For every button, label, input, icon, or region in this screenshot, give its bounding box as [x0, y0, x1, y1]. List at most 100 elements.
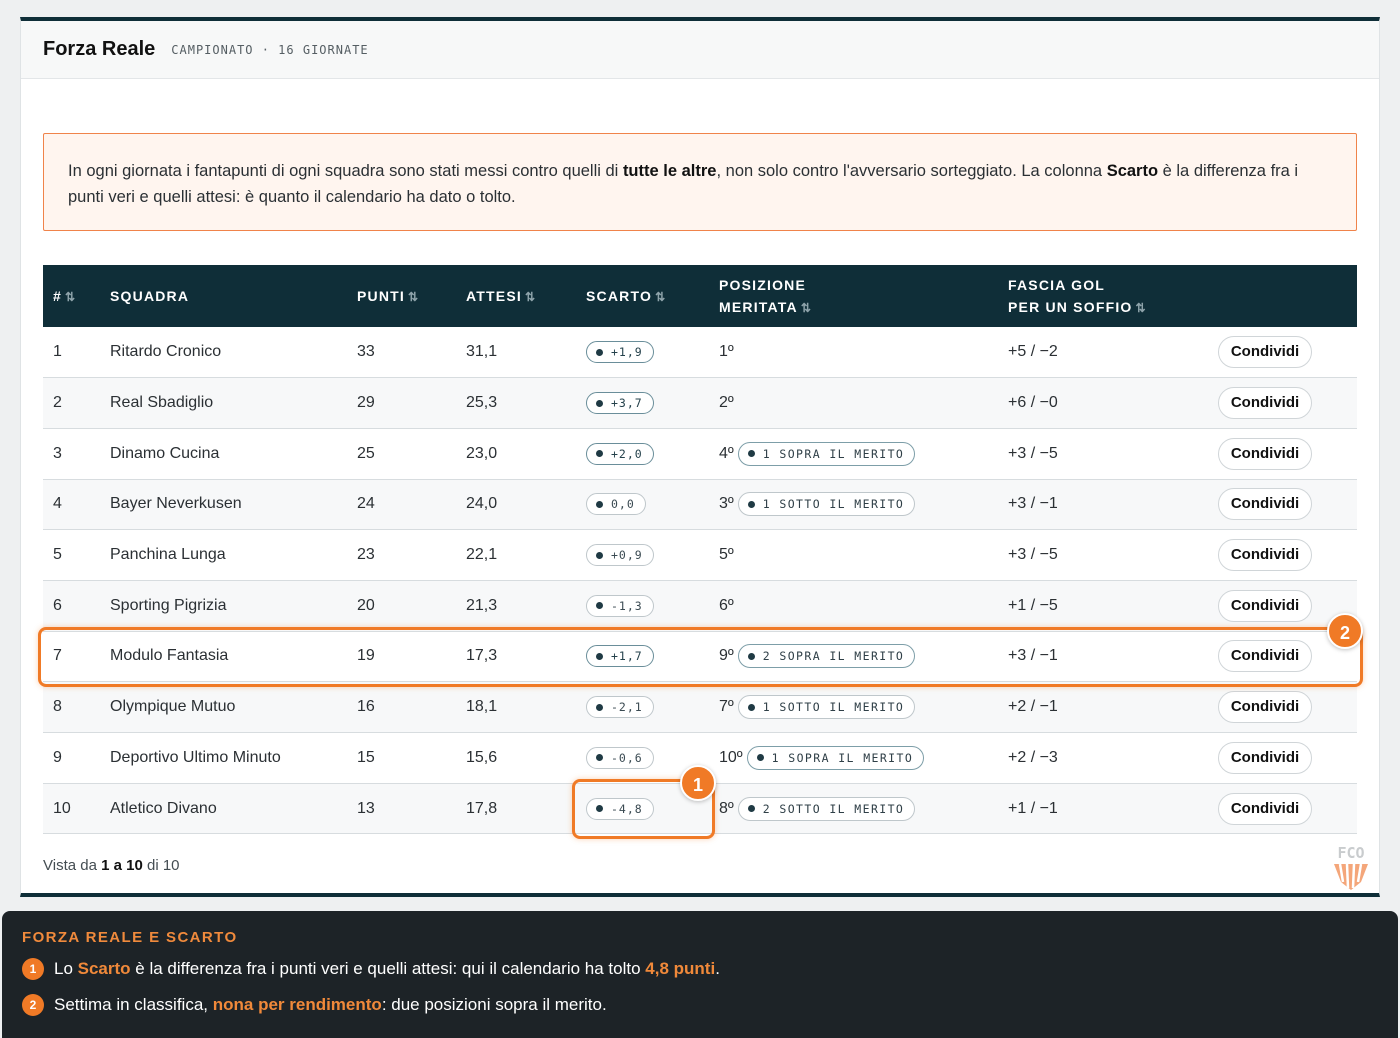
cell-points: 13 — [357, 799, 375, 817]
col-points[interactable]: PUNTI ⇅ — [357, 265, 466, 327]
cell-band: +2 / −1 — [1008, 698, 1058, 716]
share-button[interactable]: Condividi — [1218, 539, 1312, 572]
cell-diff: +2,0 — [586, 428, 719, 479]
table-row: 1 Ritardo Cronico 33 31,1 +1,9 1º +5 / −2 Condi… — [43, 327, 1357, 378]
cell-rank: 2 — [53, 394, 62, 412]
cell-diff: +1,9 — [586, 327, 719, 378]
cell-expected: 21,3 — [466, 596, 498, 614]
cell-rank: 10 — [53, 799, 71, 817]
highlight-row-box — [38, 627, 1363, 687]
note-bold: tutte le altre — [622, 162, 717, 180]
col-rank[interactable]: # ⇅ — [43, 265, 110, 327]
table-row: 3 Dinamo Cucina 25 23,0 +2,0 4º 1 SOPRA IL MER… — [43, 428, 1357, 480]
cell-expected: 18,1 — [466, 698, 498, 716]
cell-points: 24 — [357, 495, 375, 513]
dot-icon — [596, 703, 603, 711]
cell-rank: 9 — [53, 748, 62, 766]
dot-icon — [596, 399, 603, 407]
cell-points: 25 — [357, 444, 375, 462]
dot-icon — [596, 551, 603, 559]
cell-band: +3 / −5 — [1008, 546, 1058, 564]
page-subtitle: CAMPIONATO · 16 GIORNATE — [171, 42, 369, 57]
merit-badge: 2 SOTTO IL MERITO — [737, 796, 916, 821]
share-button[interactable]: Condividi — [1218, 387, 1312, 420]
dot-icon — [596, 450, 603, 458]
diff-pill: +2,0 — [586, 442, 654, 465]
dot-icon — [747, 805, 755, 813]
cell-position: 6º — [719, 580, 1008, 631]
cell-expected: 24,0 — [466, 495, 498, 513]
cell-points: 29 — [357, 394, 375, 412]
col-actions — [1218, 265, 1357, 327]
dot-icon — [596, 500, 603, 508]
cell-rank: 8 — [53, 698, 62, 716]
cell-team: Bayer Neverkusen — [110, 495, 242, 513]
cell-actions: Condividi — [1218, 327, 1357, 378]
cell-diff: +0,9 — [586, 530, 719, 581]
sort-icon[interactable]: ⇅ — [408, 290, 419, 304]
cell-position: 8º 2 SOTTO IL MERITO — [719, 783, 1008, 834]
cell-team: Real Sbadiglio — [110, 394, 214, 412]
share-button[interactable]: Condividi — [1218, 589, 1312, 622]
share-button[interactable]: Condividi — [1218, 437, 1312, 470]
sort-icon[interactable]: ⇅ — [655, 290, 666, 304]
cell-rank: 4 — [53, 495, 62, 513]
cell-points: 16 — [357, 698, 375, 716]
cell-expected: 15,6 — [466, 748, 498, 766]
note-text: , non solo contro l'avversario sorteggia… — [716, 162, 1107, 180]
cell-expected: 25,3 — [466, 394, 498, 412]
cell-rank: 1 — [53, 343, 62, 361]
col-expected[interactable]: ATTESI ⇅ — [466, 265, 586, 327]
sort-icon[interactable]: ⇅ — [1136, 301, 1147, 315]
cell-team: Olympique Mutuo — [110, 698, 236, 716]
cell-expected: 23,0 — [466, 444, 498, 462]
cell-diff: 0,0 — [586, 479, 719, 530]
table-header-row: # ⇅ SQUADRA PUNTI ⇅ ATTESI ⇅ SCARTO ⇅ POSIZI… — [43, 265, 1357, 327]
table-row: 8 Olympique Mutuo 16 18,1 -2,1 7º 1 SOTTO IL M… — [43, 681, 1357, 733]
diff-pill: -0,6 — [586, 746, 654, 769]
cell-band: +3 / −1 — [1008, 495, 1058, 513]
cell-actions: Condividi — [1218, 682, 1357, 733]
position-value: 4º — [719, 444, 734, 462]
cell-band: +1 / −5 — [1008, 596, 1058, 614]
highlight-badge-1: 1 — [680, 765, 716, 801]
cell-expected: 31,1 — [466, 343, 498, 361]
info-note: In ogni giornata i fantapunti di ogni sq… — [43, 133, 1357, 231]
dot-icon — [596, 754, 603, 762]
sort-icon[interactable]: ⇅ — [525, 290, 536, 304]
cell-points: 33 — [357, 343, 375, 361]
share-button[interactable]: Condividi — [1218, 741, 1312, 774]
diff-pill: +3,7 — [586, 392, 654, 415]
share-button[interactable]: Condividi — [1218, 691, 1312, 724]
col-diff[interactable]: SCARTO ⇅ — [586, 265, 719, 327]
col-position[interactable]: POSIZIONE MERITATA ⇅ — [719, 265, 1008, 327]
note-text: In ogni giornata i fantapunti di ogni sq… — [68, 162, 623, 180]
explanation-panel: FORZA REALE E SCARTO 1 Lo Scarto è la di… — [2, 911, 1398, 1038]
sort-icon[interactable]: ⇅ — [801, 301, 812, 315]
diff-pill: +0,9 — [586, 544, 654, 567]
share-button[interactable]: Condividi — [1218, 488, 1312, 521]
cell-actions: Condividi — [1218, 378, 1357, 429]
standings-table: # ⇅ SQUADRA PUNTI ⇅ ATTESI ⇅ SCARTO ⇅ POSIZI… — [43, 265, 1357, 834]
position-value: 10º — [719, 748, 743, 766]
col-team: SQUADRA — [110, 288, 190, 304]
note-bold: Scarto — [1106, 162, 1159, 180]
cell-rank: 6 — [53, 596, 62, 614]
dot-icon — [747, 703, 755, 711]
cell-expected: 17,8 — [466, 799, 498, 817]
share-button[interactable]: Condividi — [1218, 336, 1312, 369]
share-button[interactable]: Condividi — [1218, 792, 1312, 825]
diff-pill: 0,0 — [586, 493, 646, 516]
cell-position: 1º — [719, 327, 1008, 378]
position-value: 8º — [719, 799, 734, 817]
sort-icon[interactable]: ⇅ — [65, 290, 76, 304]
table-row: 5 Panchina Lunga 23 22,1 +0,9 5º +3 / −5 Condiv… — [43, 530, 1357, 581]
dot-icon — [596, 348, 603, 356]
position-value: 7º — [719, 698, 734, 716]
page-title: Forza Reale — [43, 38, 156, 60]
cell-actions: Condividi — [1218, 783, 1357, 834]
cell-team: Atletico Divano — [110, 799, 217, 817]
col-band[interactable]: FASCIA GOL PER UN SOFFIO ⇅ — [1008, 265, 1218, 327]
cell-rank: 5 — [53, 546, 62, 564]
cell-team: Sporting Pigrizia — [110, 596, 227, 614]
